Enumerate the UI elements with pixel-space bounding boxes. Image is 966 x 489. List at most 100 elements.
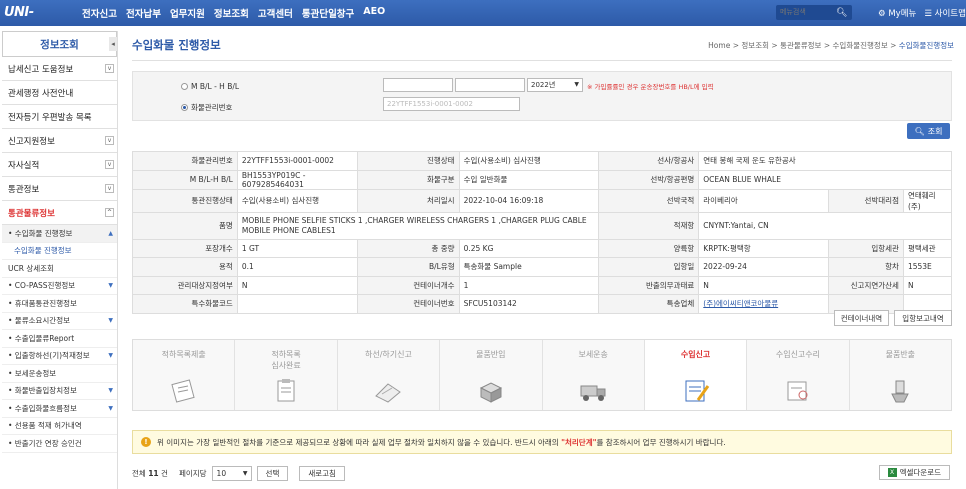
- top-nav-item[interactable]: 고객센터: [258, 6, 293, 20]
- top-nav-item[interactable]: 업무지원: [170, 6, 205, 20]
- sidebar-item[interactable]: 자사실적 v: [2, 153, 117, 177]
- sidebar-item[interactable]: 신고지원정보 v: [2, 129, 117, 153]
- breadcrumb-item[interactable]: 수입화물진행정보: [833, 41, 888, 50]
- radio-bl[interactable]: M B/L - H B/L: [181, 82, 239, 91]
- sitemap-link[interactable]: ☰ 사이트맵: [924, 7, 966, 19]
- row-value: 수입 일반화물: [458, 169, 600, 190]
- row-value: 라이베리아: [698, 188, 830, 213]
- search-button[interactable]: 🔍︎ 조회: [907, 123, 950, 139]
- row-label: 선박/항공편명: [598, 169, 700, 190]
- sidebar-subitem[interactable]: • 수입화물 진행정보 ▲: [2, 225, 117, 243]
- breadcrumb-item[interactable]: 수입화물진행정보: [899, 41, 954, 50]
- row-label: 포장개수: [132, 238, 238, 258]
- sidebar-subitem[interactable]: • 물류소요시간정보 ▼: [2, 313, 117, 330]
- sidebar-subitem[interactable]: UCR 상세조회: [2, 260, 117, 278]
- chevron-up-icon[interactable]: ^: [105, 208, 114, 217]
- breadcrumb-item[interactable]: 정보조회: [741, 41, 769, 50]
- top-right-links: ⚙ My메뉴 ☰ 사이트맵: [878, 7, 966, 19]
- process-step: 수입신고수리: [747, 340, 850, 410]
- warning-icon: !: [141, 437, 151, 447]
- caret-down-icon[interactable]: ▼: [108, 387, 113, 394]
- cargo-number-input[interactable]: 22YTFF1553i-0001-0002: [383, 97, 520, 111]
- radio-cargo[interactable]: 화물관리번호: [181, 102, 232, 113]
- row-label: 화물구분: [356, 169, 460, 190]
- arrival-report-button[interactable]: 입항보고내역: [894, 310, 952, 326]
- caret-down-icon[interactable]: ▼: [108, 282, 113, 289]
- row-value: 1: [458, 275, 600, 295]
- caret-down-icon[interactable]: ▼: [108, 317, 113, 324]
- report-icon: [680, 378, 712, 404]
- chevron-down-icon[interactable]: v: [105, 136, 114, 145]
- excel-icon: X: [887, 468, 897, 477]
- search-icon[interactable]: 🔍︎: [836, 8, 847, 18]
- row-value: 수입(사용소비) 심사진행: [458, 151, 600, 171]
- caret-down-icon[interactable]: ▼: [108, 405, 113, 412]
- logo[interactable]: UNI-PASS: [4, 2, 66, 42]
- sidebar-subitem[interactable]: • 화물반출입장치정보 ▼: [2, 383, 117, 400]
- sidebar-subitem[interactable]: • 수출입화물흐름정보 ▼: [2, 400, 117, 418]
- row-value: 특송화물 Sample: [458, 257, 600, 277]
- release-icon: [884, 378, 916, 404]
- sidebar-title: 정보조회 ◂: [2, 31, 117, 57]
- chevron-down-icon[interactable]: v: [105, 64, 114, 73]
- radio-bl-button[interactable]: [181, 83, 188, 90]
- table-row: 포장개수 1 GT 총 중량 0.25 KG 양륙항 KRPTK:평택항 입항세관 평택세관: [132, 238, 953, 258]
- table-row: 특수화물코드 컨테이너번호 SFCU5103142 특송업체 (주)에이씨티앤코아물류: [132, 294, 953, 314]
- sidebar-subitem[interactable]: • 반출기간 연장 승인건: [2, 435, 117, 453]
- row-label: M B/L-H B/L: [132, 169, 238, 190]
- row-value: 0.1: [236, 257, 358, 277]
- caret-down-icon[interactable]: ▼: [108, 352, 113, 359]
- row-label: 선박대리점: [828, 188, 904, 213]
- row-label: 용적: [132, 257, 238, 277]
- select-button[interactable]: 선택: [256, 465, 289, 481]
- title-divider: [132, 60, 952, 61]
- sidebar-subitem[interactable]: • 선용품 적재 허가내역: [2, 418, 117, 435]
- row-value: 0.25 KG: [458, 238, 600, 258]
- menu-search[interactable]: 🔍︎: [776, 5, 852, 20]
- row-label: 특송업체: [598, 294, 700, 314]
- process-step: 물품반출: [850, 340, 951, 410]
- per-page-select[interactable]: 10 ▼: [211, 465, 252, 481]
- sidebar-item[interactable]: 관세행정 사전안내: [2, 81, 117, 105]
- top-nav-item[interactable]: AEO: [363, 6, 385, 20]
- hbl-input[interactable]: [455, 78, 525, 92]
- sidebar-subitem[interactable]: • 보세운송정보: [2, 365, 117, 383]
- excel-download-button[interactable]: X 엑셀다운로드: [878, 465, 950, 480]
- sidebar-subitem[interactable]: • 휴대품통관진행정보: [2, 295, 117, 313]
- row-label: 적재항: [598, 211, 700, 240]
- refresh-button[interactable]: 새로고침: [299, 465, 345, 481]
- sidebar-item[interactable]: 통관물류정보 ^: [2, 201, 117, 225]
- caret-up-icon[interactable]: ▲: [108, 230, 113, 237]
- top-nav-item[interactable]: 통관단일창구: [302, 6, 354, 20]
- courier-link[interactable]: (주)에이씨티앤코아물류: [698, 294, 830, 314]
- sidebar-subitem[interactable]: • 수출입물류Report: [2, 330, 117, 348]
- top-nav-item[interactable]: 정보조회: [214, 6, 249, 20]
- breadcrumb-item[interactable]: Home: [708, 41, 730, 50]
- sidebar-item[interactable]: 전자등기 우편발송 목록: [2, 105, 117, 129]
- year-select[interactable]: 2022년 ▼: [527, 78, 583, 92]
- radio-cargo-button[interactable]: [181, 104, 188, 111]
- process-step: 물품반입: [440, 340, 543, 410]
- page-title: 수입화물 진행정보: [132, 38, 221, 52]
- sidebar-subitem[interactable]: • 입출항하선(기)적재정보 ▼: [2, 348, 117, 365]
- container-list-button[interactable]: 컨테이너내역: [834, 310, 889, 326]
- menu-search-input[interactable]: [776, 6, 836, 19]
- top-nav-item[interactable]: 전자신고: [82, 6, 117, 20]
- row-label: 신고지연가산세: [828, 275, 904, 295]
- top-nav-item[interactable]: 전자납부: [126, 6, 161, 20]
- row-value: N: [902, 275, 953, 295]
- chevron-down-icon[interactable]: v: [105, 184, 114, 193]
- table-row: 관리대상지정여부 N 컨테이너개수 1 반출의무과태료 N 신고지연가산세 N: [132, 275, 953, 295]
- search-panel: M B/L - H B/L 화물관리번호 2022년 ▼ ※ 가입률률인 경우 …: [132, 71, 952, 121]
- breadcrumb-item[interactable]: 통관물류정보: [780, 41, 821, 50]
- mbl-input[interactable]: [383, 78, 453, 92]
- sidebar-item[interactable]: 통관정보 v: [2, 177, 117, 201]
- sidebar-subitem[interactable]: 수입화물 진행정보: [2, 242, 117, 260]
- sidebar-item[interactable]: 납세신고 도움정보 v: [2, 57, 117, 81]
- mymenu-link[interactable]: ⚙ My메뉴: [878, 7, 916, 19]
- warning-banner: ! 위 이미지는 가장 일반적인 절차를 기준으로 제공되므로 상황에 따라 실…: [132, 430, 952, 454]
- chevron-down-icon[interactable]: v: [105, 160, 114, 169]
- table-row: 용적 0.1 B/L유형 특송화물 Sample 입항일 2022-09-24 항차 1553…: [132, 257, 953, 277]
- sidebar-collapse-icon[interactable]: ◂: [109, 37, 117, 51]
- sidebar-subitem[interactable]: • CO-PASS진행정보 ▼: [2, 278, 117, 295]
